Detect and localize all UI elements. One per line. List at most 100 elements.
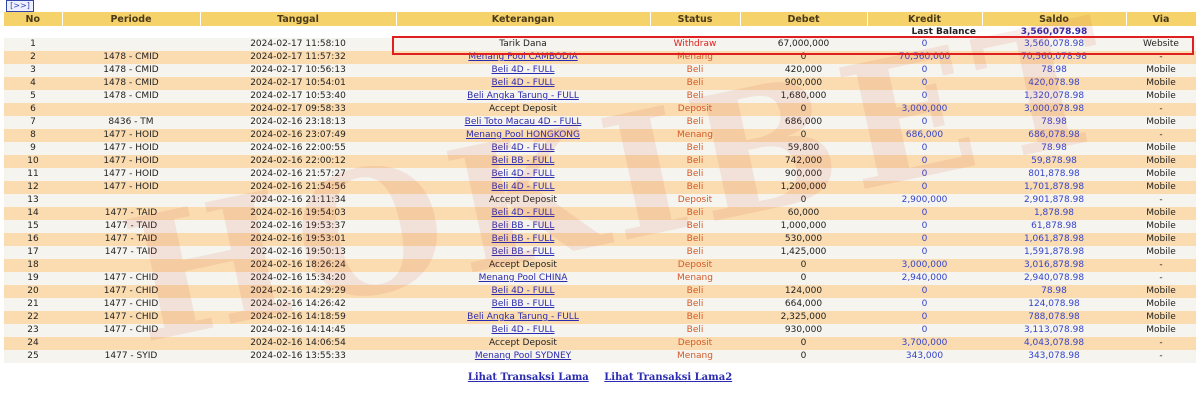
cell-kredit: 3,000,000 [867, 259, 982, 272]
keterangan-link[interactable]: Beli 4D - FULL [492, 208, 555, 218]
cell-debet: 0 [740, 272, 867, 285]
cell-no: 12 [4, 181, 62, 194]
cell-status: Beli [650, 233, 740, 246]
cell-saldo: 2,940,078.98 [982, 272, 1126, 285]
table-row: 14 1477 - TAID 2024-02-16 19:54:03 Beli 4D … [4, 207, 1196, 220]
cell-debet: 530,000 [740, 233, 867, 246]
cell-kredit: 0 [867, 311, 982, 324]
cell-saldo: 124,078.98 [982, 298, 1126, 311]
cell-no: 17 [4, 246, 62, 259]
cell-tanggal: 2024-02-17 11:57:32 [200, 51, 396, 64]
keterangan-link[interactable]: Beli BB - FULL [492, 221, 555, 231]
cell-saldo: 343,078.98 [982, 350, 1126, 363]
cell-via: - [1126, 259, 1196, 272]
keterangan-link[interactable]: Beli 4D - FULL [492, 169, 555, 179]
cell-kredit: 0 [867, 233, 982, 246]
cell-no: 16 [4, 233, 62, 246]
cell-no: 23 [4, 324, 62, 337]
next-page-button[interactable]: [>>] [6, 0, 34, 12]
keterangan-link[interactable]: Beli 4D - FULL [492, 143, 555, 153]
col-header-via: Via [1126, 12, 1197, 26]
cell-periode: 1477 - HOID [62, 155, 200, 168]
cell-via: Mobile [1126, 285, 1196, 298]
table-row: 9 1477 - HOID 2024-02-16 22:00:55 Beli 4D -… [4, 142, 1196, 155]
keterangan-link[interactable]: Beli BB - FULL [492, 299, 555, 309]
cell-periode: 8436 - TM [62, 116, 200, 129]
keterangan-link[interactable]: Beli Angka Tarung - FULL [467, 91, 579, 101]
cell-debet: 0 [740, 350, 867, 363]
cell-keterangan: Beli 4D - FULL [396, 142, 650, 155]
cell-via: - [1126, 272, 1196, 285]
keterangan-link[interactable]: Beli 4D - FULL [492, 286, 555, 296]
keterangan-link[interactable]: Beli Toto Macau 4D - FULL [465, 117, 582, 127]
table-row: 10 1477 - HOID 2024-02-16 22:00:12 Beli BB … [4, 155, 1196, 168]
table-row: 16 1477 - TAID 2024-02-16 19:53:01 Beli BB … [4, 233, 1196, 246]
cell-via: Mobile [1126, 246, 1196, 259]
cell-tanggal: 2024-02-16 21:54:56 [200, 181, 396, 194]
old-transactions2-link[interactable]: Lihat Transaksi Lama2 [604, 372, 732, 383]
cell-no: 3 [4, 64, 62, 77]
cell-kredit: 343,000 [867, 350, 982, 363]
cell-no: 18 [4, 259, 62, 272]
footer-links: Lihat Transaksi Lama Lihat Transaksi Lam… [0, 372, 1200, 383]
cell-status: Deposit [650, 103, 740, 116]
keterangan-link[interactable]: Beli BB - FULL [492, 234, 555, 244]
cell-via: Mobile [1126, 181, 1196, 194]
keterangan-link[interactable]: Beli 4D - FULL [492, 325, 555, 335]
keterangan-link[interactable]: Beli 4D - FULL [492, 65, 555, 75]
keterangan-link[interactable]: Beli Angka Tarung - FULL [467, 312, 579, 322]
cell-via: Mobile [1126, 142, 1196, 155]
cell-debet: 900,000 [740, 77, 867, 90]
cell-keterangan: Menang Pool HONGKONG [396, 129, 650, 142]
cell-kredit: 0 [867, 220, 982, 233]
keterangan-link[interactable]: Beli BB - FULL [492, 247, 555, 257]
cell-debet: 930,000 [740, 324, 867, 337]
cell-kredit: 0 [867, 246, 982, 259]
cell-via: Mobile [1126, 233, 1196, 246]
cell-periode: 1477 - HOID [62, 168, 200, 181]
cell-status: Deposit [650, 337, 740, 350]
cell-no: 21 [4, 298, 62, 311]
col-header-periode: Periode [62, 12, 201, 26]
cell-kredit: 0 [867, 142, 982, 155]
cell-saldo: 1,878.98 [982, 207, 1126, 220]
cell-debet: 742,000 [740, 155, 867, 168]
cell-kredit: 0 [867, 285, 982, 298]
cell-tanggal: 2024-02-16 21:11:34 [200, 194, 396, 207]
keterangan-link[interactable]: Menang Pool CHINA [479, 273, 568, 283]
cell-periode [62, 194, 200, 207]
cell-periode: 1477 - CHID [62, 324, 200, 337]
cell-keterangan: Beli Angka Tarung - FULL [396, 90, 650, 103]
cell-tanggal: 2024-02-16 14:06:54 [200, 337, 396, 350]
cell-via: Mobile [1126, 207, 1196, 220]
cell-saldo: 4,043,078.98 [982, 337, 1126, 350]
table-row: 5 1478 - CMID 2024-02-17 10:53:40 Beli Angk… [4, 90, 1196, 103]
cell-via: Mobile [1126, 77, 1196, 90]
table-row: 23 1477 - CHID 2024-02-16 14:14:45 Beli 4D … [4, 324, 1196, 337]
cell-debet: 420,000 [740, 64, 867, 77]
cell-saldo: 801,878.98 [982, 168, 1126, 181]
table-row: 3 1478 - CMID 2024-02-17 10:56:13 Beli 4D -… [4, 64, 1196, 77]
cell-no: 22 [4, 311, 62, 324]
cell-debet: 0 [740, 129, 867, 142]
keterangan-link[interactable]: Menang Pool HONGKONG [466, 130, 580, 140]
cell-no: 25 [4, 350, 62, 363]
cell-periode: 1477 - CHID [62, 298, 200, 311]
keterangan-link[interactable]: Menang Pool SYDNEY [475, 351, 571, 361]
table-row: 13 2024-02-16 21:11:34 Accept Deposit Depos… [4, 194, 1196, 207]
keterangan-link[interactable]: Beli BB - FULL [492, 156, 555, 166]
cell-saldo: 1,591,878.98 [982, 246, 1126, 259]
cell-status: Beli [650, 207, 740, 220]
keterangan-link[interactable]: Beli 4D - FULL [492, 182, 555, 192]
cell-kredit: 0 [867, 155, 982, 168]
cell-kredit: 686,000 [867, 129, 982, 142]
col-header-kredit: Kredit [867, 12, 983, 26]
cell-keterangan: Beli Angka Tarung - FULL [396, 311, 650, 324]
cell-kredit: 2,940,000 [867, 272, 982, 285]
cell-tanggal: 2024-02-16 21:57:27 [200, 168, 396, 181]
old-transactions-link[interactable]: Lihat Transaksi Lama [468, 372, 589, 383]
cell-saldo: 78.98 [982, 285, 1126, 298]
keterangan-link[interactable]: Beli 4D - FULL [492, 78, 555, 88]
table-row: 22 1477 - CHID 2024-02-16 14:18:59 Beli Ang… [4, 311, 1196, 324]
cell-status: Beli [650, 298, 740, 311]
